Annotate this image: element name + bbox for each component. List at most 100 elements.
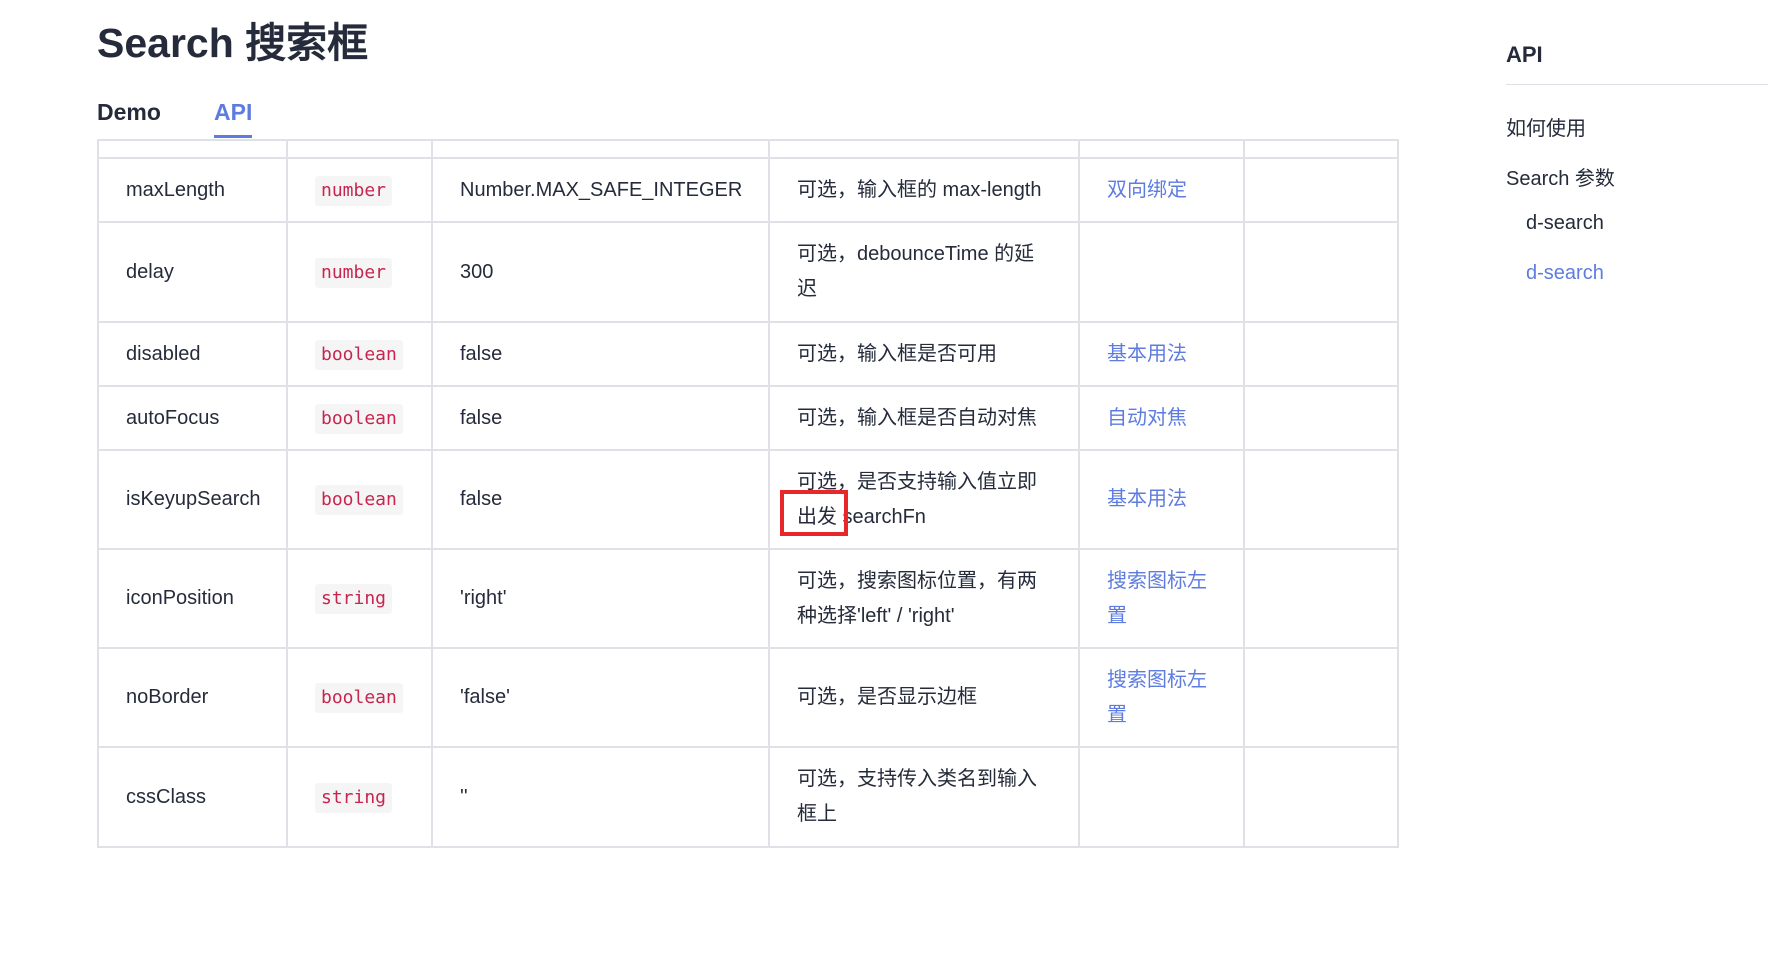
table-cell: 'false' xyxy=(431,647,770,748)
param-description: 可选，是否显示边框 xyxy=(797,686,977,708)
tab-api[interactable]: API xyxy=(214,96,253,138)
param-description: 可选，支持传入类名到输入框上 xyxy=(797,768,1037,825)
table-cell: number xyxy=(286,221,433,323)
table-cell: 基本用法 xyxy=(1078,449,1245,550)
default-value: false xyxy=(460,406,503,429)
table-cell: noBorder xyxy=(97,647,288,748)
toc-item-d-search-active[interactable]: d-search xyxy=(1526,262,1604,285)
table-cell: 可选，输入框是否可用 xyxy=(768,321,1080,387)
table-cell: 'right' xyxy=(431,548,770,649)
default-value: false xyxy=(460,342,503,365)
demo-link[interactable]: 搜索图标左置 xyxy=(1107,570,1207,627)
api-table-container: maxLength number Number.MAX_SAFE_INTEGER 可选… xyxy=(97,139,1399,848)
demo-link[interactable]: 基本用法 xyxy=(1107,488,1187,510)
table-cell: boolean xyxy=(286,321,433,387)
default-value: false xyxy=(460,488,503,510)
param-name: cssClass xyxy=(126,785,207,808)
table-cell xyxy=(1243,548,1399,649)
demo-link[interactable]: 搜索图标左置 xyxy=(1107,669,1207,726)
table-cell xyxy=(1243,746,1399,848)
table-cell: 可选，支持传入类名到输入框上 xyxy=(768,746,1080,848)
table-cell: Number.MAX_SAFE_INTEGER xyxy=(431,157,770,223)
type-tag: number xyxy=(315,257,393,288)
table-cell: 可选，输入框的 max-length xyxy=(768,157,1080,223)
table-row: isKeyupSearch boolean false 可选，是否支持输入值立即出发 … xyxy=(97,449,1399,550)
demo-link[interactable]: 自动对焦 xyxy=(1107,407,1187,429)
param-name: disabled xyxy=(126,342,201,365)
table-cell: 300 xyxy=(431,221,770,323)
table-cell xyxy=(1243,221,1399,323)
table-cell: string xyxy=(286,746,433,848)
table-cell xyxy=(1243,449,1399,550)
table-cell: 可选，是否显示边框 xyxy=(768,647,1080,748)
table-cell xyxy=(1243,321,1399,387)
toc-title: API xyxy=(1506,42,1543,67)
table-cell: '' xyxy=(431,746,770,848)
toc-item-usage[interactable]: 如何使用 xyxy=(1506,112,1586,141)
table-cell: false xyxy=(431,385,770,451)
table-cell: 可选，debounceTime 的延迟 xyxy=(768,221,1080,323)
type-tag: boolean xyxy=(315,339,403,370)
param-description: 可选，是否支持输入值立即出发 searchFn xyxy=(797,470,1037,528)
table-cell: string xyxy=(286,548,433,649)
table-cell: 可选，输入框是否自动对焦 xyxy=(768,385,1080,451)
table-cell: cssClass xyxy=(97,746,288,848)
page-title: Search 搜索框 xyxy=(97,20,369,66)
toc-item-search-params[interactable]: Search 参数 xyxy=(1506,162,1615,191)
table-cell: 可选，是否支持输入值立即出发 searchFn xyxy=(768,449,1080,550)
table-row-partial xyxy=(97,139,1399,159)
param-name: maxLength xyxy=(126,178,225,201)
table-of-contents: API 如何使用 Search 参数 d-search d-search xyxy=(1506,38,1768,298)
table-cell: number xyxy=(286,157,433,223)
table-cell: boolean xyxy=(286,385,433,451)
type-tag: boolean xyxy=(315,485,403,515)
toc-item-d-search[interactable]: d-search xyxy=(1526,212,1604,235)
table-cell: maxLength xyxy=(97,157,288,223)
param-description: 可选，搜索图标位置，有两种选择'left' / 'right' xyxy=(797,569,1037,627)
type-tag: number xyxy=(315,175,393,206)
table-row: iconPosition string 'right' 可选，搜索图标位置，有两种选择… xyxy=(97,548,1399,649)
default-value: Number.MAX_SAFE_INTEGER xyxy=(460,178,743,201)
default-value: 'right' xyxy=(460,587,507,609)
toc-divider xyxy=(1506,84,1768,85)
table-row: autoFocus boolean false 可选，输入框是否自动对焦 自动对焦 xyxy=(97,385,1399,451)
tab-demo[interactable]: Demo xyxy=(97,96,161,128)
table-row: cssClass string '' 可选，支持传入类名到输入框上 xyxy=(97,746,1399,848)
table-row: noBorder boolean 'false' 可选，是否显示边框 搜索图标左置 xyxy=(97,647,1399,748)
table-cell: disabled xyxy=(97,321,288,387)
default-value: 'false' xyxy=(460,686,510,708)
tab-api-label: API xyxy=(214,99,253,125)
table-cell: delay xyxy=(97,221,288,323)
table-cell: 搜索图标左置 xyxy=(1078,647,1245,748)
table-cell: false xyxy=(431,321,770,387)
param-name: isKeyupSearch xyxy=(126,488,261,510)
table-cell: 搜索图标左置 xyxy=(1078,548,1245,649)
param-name: iconPosition xyxy=(126,587,234,609)
type-tag: string xyxy=(315,782,393,813)
table-cell: 自动对焦 xyxy=(1078,385,1245,451)
table-cell: 双向绑定 xyxy=(1078,157,1245,223)
default-value: 300 xyxy=(460,260,494,283)
active-tab-indicator xyxy=(214,135,253,138)
api-table: maxLength number Number.MAX_SAFE_INTEGER 可选… xyxy=(97,139,1399,848)
table-row: maxLength number Number.MAX_SAFE_INTEGER 可选… xyxy=(97,157,1399,223)
param-name: delay xyxy=(126,260,174,283)
table-cell: boolean xyxy=(286,449,433,550)
table-cell: iconPosition xyxy=(97,548,288,649)
table-cell: isKeyupSearch xyxy=(97,449,288,550)
param-description: 可选，输入框是否自动对焦 xyxy=(797,406,1037,429)
table-cell: 可选，搜索图标位置，有两种选择'left' / 'right' xyxy=(768,548,1080,649)
demo-link[interactable]: 基本用法 xyxy=(1107,343,1187,365)
param-description: 可选，输入框是否可用 xyxy=(797,342,997,365)
table-cell xyxy=(1243,647,1399,748)
type-tag: string xyxy=(315,584,393,614)
default-value: '' xyxy=(460,785,468,808)
param-name: autoFocus xyxy=(126,406,220,429)
type-tag: boolean xyxy=(315,683,403,713)
param-description: 可选，输入框的 max-length xyxy=(797,178,1042,201)
demo-link[interactable]: 双向绑定 xyxy=(1107,179,1187,201)
table-cell xyxy=(1078,746,1245,848)
table-cell xyxy=(1243,157,1399,223)
table-cell xyxy=(1243,385,1399,451)
table-cell: 基本用法 xyxy=(1078,321,1245,387)
